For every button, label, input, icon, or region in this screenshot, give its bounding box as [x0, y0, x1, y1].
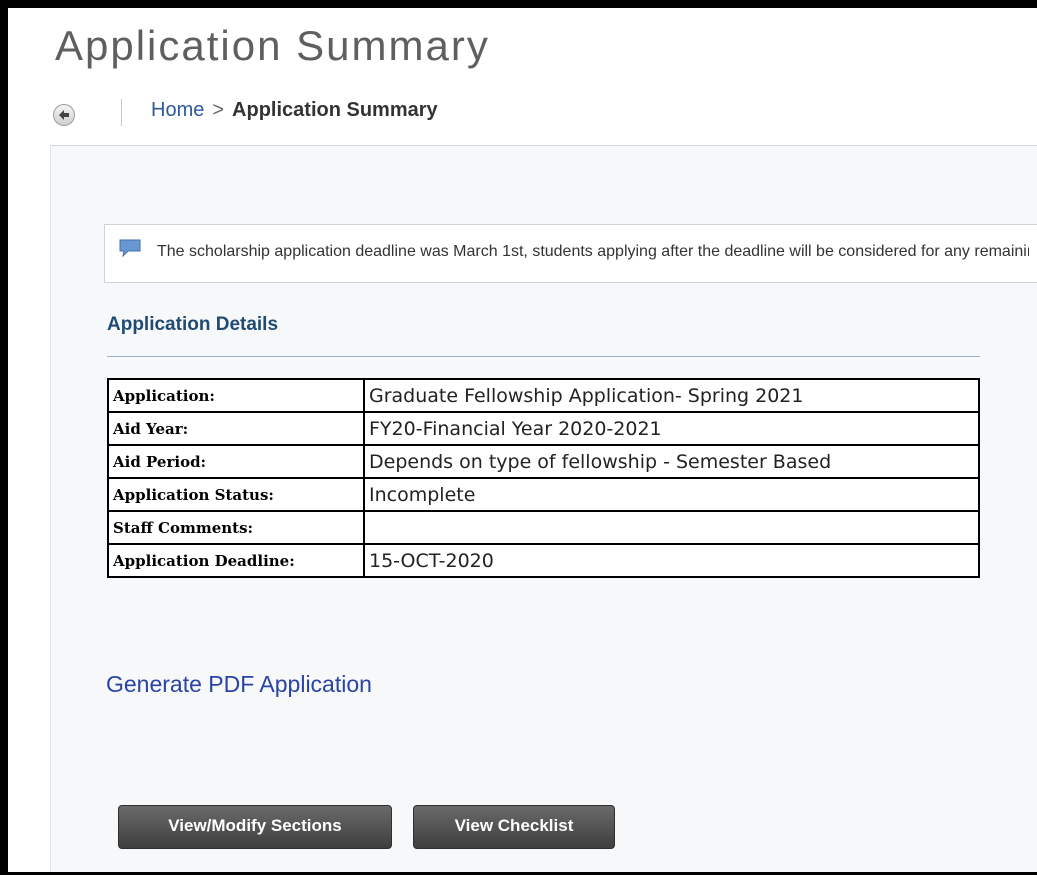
row-label: Application Status:	[107, 477, 365, 512]
view-modify-sections-button[interactable]: View/Modify Sections	[118, 805, 392, 849]
application-details-heading: Application Details	[107, 314, 279, 335]
generate-pdf-link[interactable]: Generate PDF Application	[106, 671, 372, 698]
table-row: Application Deadline: 15-OCT-2020	[107, 543, 980, 578]
row-value: FY20-Financial Year 2020-2021	[363, 411, 980, 446]
table-row: Aid Year: FY20-Financial Year 2020-2021	[107, 411, 980, 446]
view-checklist-button[interactable]: View Checklist	[413, 805, 615, 849]
back-arrow-icon	[59, 110, 69, 120]
notice-text: The scholarship application deadline was…	[157, 243, 1029, 260]
row-value	[363, 510, 980, 545]
table-row: Aid Period: Depends on type of fellowshi…	[107, 444, 980, 479]
row-value: Depends on type of fellowship - Semester…	[363, 444, 980, 479]
row-label: Application:	[107, 378, 365, 413]
row-value: Incomplete	[363, 477, 980, 512]
speech-bubble-icon	[119, 239, 141, 257]
breadcrumb-separator: >	[212, 99, 225, 121]
breadcrumb-home-link[interactable]: Home	[151, 99, 204, 121]
page-title: Application Summary	[55, 22, 490, 69]
window-border-left	[0, 0, 8, 875]
application-details-table: Application: Graduate Fellowship Applica…	[107, 378, 980, 578]
breadcrumb: Home > Application Summary	[151, 99, 438, 122]
section-divider	[107, 356, 980, 357]
window-border-top	[0, 0, 1037, 8]
breadcrumb-current: Application Summary	[232, 99, 438, 121]
row-value: 15-OCT-2020	[363, 543, 980, 578]
breadcrumb-divider	[121, 99, 122, 126]
row-label: Aid Year:	[107, 411, 365, 446]
notice-box: The scholarship application deadline was…	[104, 224, 1037, 283]
row-label: Aid Period:	[107, 444, 365, 479]
table-row: Application Status: Incomplete	[107, 477, 980, 512]
row-label: Application Deadline:	[107, 543, 365, 578]
table-row: Staff Comments:	[107, 510, 980, 545]
table-row: Application: Graduate Fellowship Applica…	[107, 378, 980, 413]
row-value: Graduate Fellowship Application- Spring …	[363, 378, 980, 413]
row-label: Staff Comments:	[107, 510, 365, 545]
back-button[interactable]	[53, 104, 75, 126]
